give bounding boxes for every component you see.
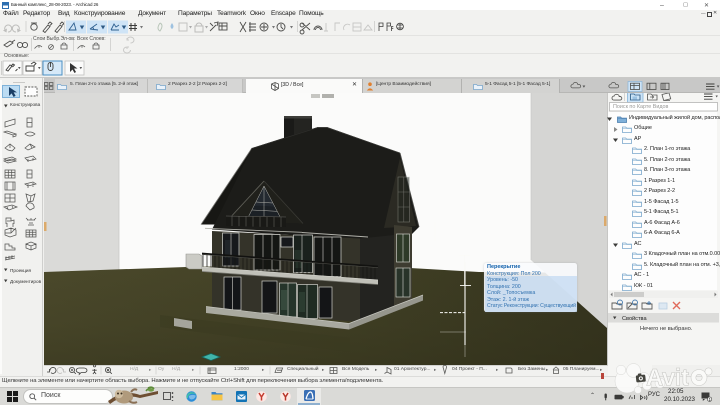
- svg-text:Avit: Avit: [646, 365, 689, 392]
